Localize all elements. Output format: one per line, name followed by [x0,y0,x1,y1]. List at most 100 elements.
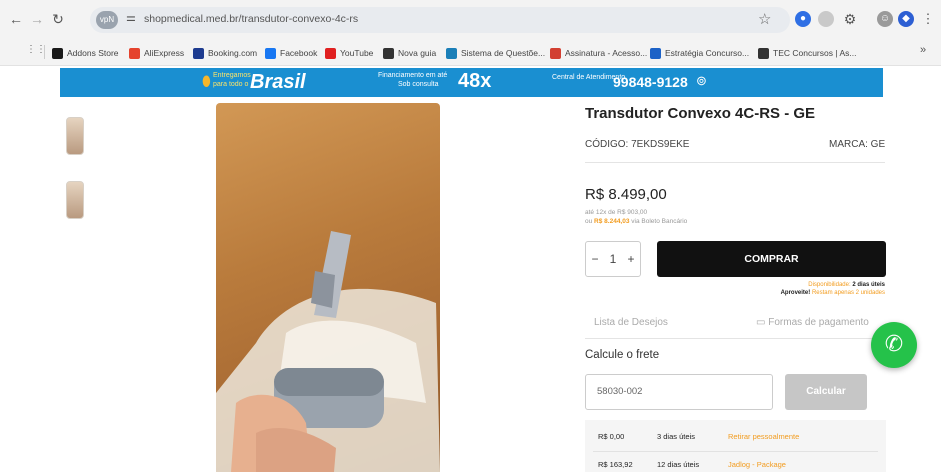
divider [585,162,885,163]
banner-financing-big: 48x [458,70,492,92]
shield-icon[interactable]: ◆ [898,11,914,27]
bookmark-favicon-icon [52,47,63,59]
card-icon: ▭ [756,317,766,328]
bookmark-label: AliExpress [144,48,185,58]
buy-button[interactable]: COMPRAR [657,241,886,277]
bookmark-favicon-icon [265,47,276,59]
qty-minus-button[interactable]: − [592,252,599,266]
bookmark-label: YouTube [340,48,374,58]
bookmark-item[interactable]: Booking.com [193,46,257,60]
site-settings-icon[interactable]: ⚌ [126,11,136,24]
boleto-prefix: ou [585,218,593,225]
bookmark-star-icon[interactable]: ☆ [758,10,771,28]
bookmark-label: Nova guia [398,48,437,58]
apps-grid-icon[interactable]: ⋮⋮ [26,44,46,55]
installments-text: até 12x de R$ 903,00 [585,209,648,216]
qty-value[interactable]: 1 [610,252,617,266]
extensions-puzzle-icon[interactable]: ⚙ [842,11,858,27]
bookmark-item[interactable]: Nova guia [383,46,436,60]
availability-line: Disponibilidade: 2 dias úteis [808,282,885,288]
more-bookmarks-icon[interactable]: » [920,44,926,56]
shipping-method: Retirar pessoalmente [728,432,800,441]
bookmark-favicon-icon [446,47,457,59]
bookmark-label: Addons Store [67,48,119,58]
product-code: CÓDIGO: 7EKDS9EKE [585,139,690,150]
browser-toolbar: ← → ↻ vpN ⚌ shopmedical.med.br/transduto… [0,0,941,40]
banner-financing-small2: Sob consulta [398,81,439,88]
banner-support-phone: 99848-9128 [613,74,688,90]
bookmarks-bar: ⋮⋮ Addons Store AliExpress Booking.com Face… [0,40,941,66]
back-icon[interactable]: ← [6,9,26,29]
bookmark-favicon-icon [325,47,336,59]
product-thumbnail[interactable] [66,181,84,219]
bookmark-favicon-icon [383,47,394,59]
bookmark-item[interactable]: Assinatura - Acesso... [550,46,647,60]
boleto-line: ou R$ 8.244,03 via Boleto Bancário [585,218,687,225]
shipping-price: R$ 163,92 [598,460,633,469]
extension-icon[interactable]: ● [795,11,811,27]
boleto-price: R$ 8.244,03 [594,218,630,225]
shipping-days: 12 dias úteis [657,460,700,469]
product-price: R$ 8.499,00 [585,186,667,203]
bookmark-label: Assinatura - Acesso... [565,48,648,58]
stock-label: Aproveite! [780,290,811,296]
address-bar[interactable]: vpN ⚌ shopmedical.med.br/transdutor-conv… [90,7,790,33]
extension-icon[interactable] [818,11,834,27]
bookmark-favicon-icon [550,47,561,59]
shipping-price: R$ 0,00 [598,432,625,441]
bookmark-label: Booking.com [208,48,258,58]
divider [593,451,878,452]
stock-line: Aproveite! Restam apenas 2 unidades [781,290,885,296]
shipping-table: R$ 0,00 3 dias úteis Retirar pessoalment… [585,420,886,472]
shipping-method: Jadlog - Package [728,460,786,469]
forward-icon[interactable]: → [27,9,47,29]
bookmark-item[interactable]: Facebook [265,46,317,60]
site-chip[interactable]: vpN [96,11,118,29]
payment-methods-link[interactable]: ▭ Formas de pagamento [756,317,869,328]
boleto-suffix: via Boleto Bancário [631,218,688,225]
shipping-title: Calcule o frete [585,349,660,361]
product-title: Transdutor Convexo 4C-RS - GE [585,105,816,122]
location-pin-icon: ⬮ [202,73,211,89]
shipping-days: 3 dias úteis [657,432,695,441]
bookmark-item[interactable]: AliExpress [129,46,184,60]
bookmark-label: Facebook [280,48,318,58]
menu-icon[interactable]: ⋮ [920,11,936,27]
availability-value: 2 dias úteis [852,282,885,288]
bookmark-item[interactable]: Estratégia Concurso... [650,46,749,60]
bookmark-label: TEC Concursos | As... [773,48,857,58]
url-text[interactable]: shopmedical.med.br/transdutor-convexo-4c… [144,13,358,25]
bookmark-favicon-icon [650,47,661,59]
product-brand: MARCA: GE [829,139,886,150]
bookmark-item[interactable]: YouTube [325,46,373,60]
availability-label: Disponibilidade: [808,282,851,288]
whatsapp-icon: ⊚ [696,73,707,88]
cep-input[interactable]: 58030-002 [585,374,773,410]
profile-avatar[interactable]: ☺ [877,11,893,27]
wishlist-link[interactable]: Lista de Desejos [594,317,668,328]
divider [585,338,885,339]
bookmark-favicon-icon [758,47,769,59]
reload-icon[interactable]: ↻ [48,9,68,29]
quantity-stepper[interactable]: − 1 + [585,241,641,277]
payment-methods-label: Formas de pagamento [768,317,869,328]
whatsapp-chat-button[interactable]: ✆ [871,322,917,368]
bookmark-item[interactable]: Sistema de Questõe... [446,46,545,60]
banner-financing-small: Financiamento em até [378,72,448,79]
bookmark-favicon-icon [129,47,140,59]
banner-ship-big: Brasil [250,71,306,93]
bookmark-label: Sistema de Questõe... [461,48,546,58]
calculate-button[interactable]: Calcular [785,374,867,410]
bookmark-item[interactable]: TEC Concursos | As... [758,46,856,60]
divider [44,45,45,59]
product-photo-illustration [216,231,440,472]
bookmark-favicon-icon [193,47,204,59]
qty-plus-button[interactable]: + [627,252,634,266]
stock-value: Restam apenas 2 unidades [811,290,885,296]
banner-ship-small: Entregamos para todo o [213,72,251,88]
bookmark-label: Estratégia Concurso... [665,48,750,58]
promo-banner: ⬮ Entregamos para todo o Brasil Financia… [60,68,883,97]
product-thumbnail[interactable] [66,117,84,155]
bookmark-item[interactable]: Addons Store [52,46,119,60]
product-photo[interactable] [216,103,440,472]
